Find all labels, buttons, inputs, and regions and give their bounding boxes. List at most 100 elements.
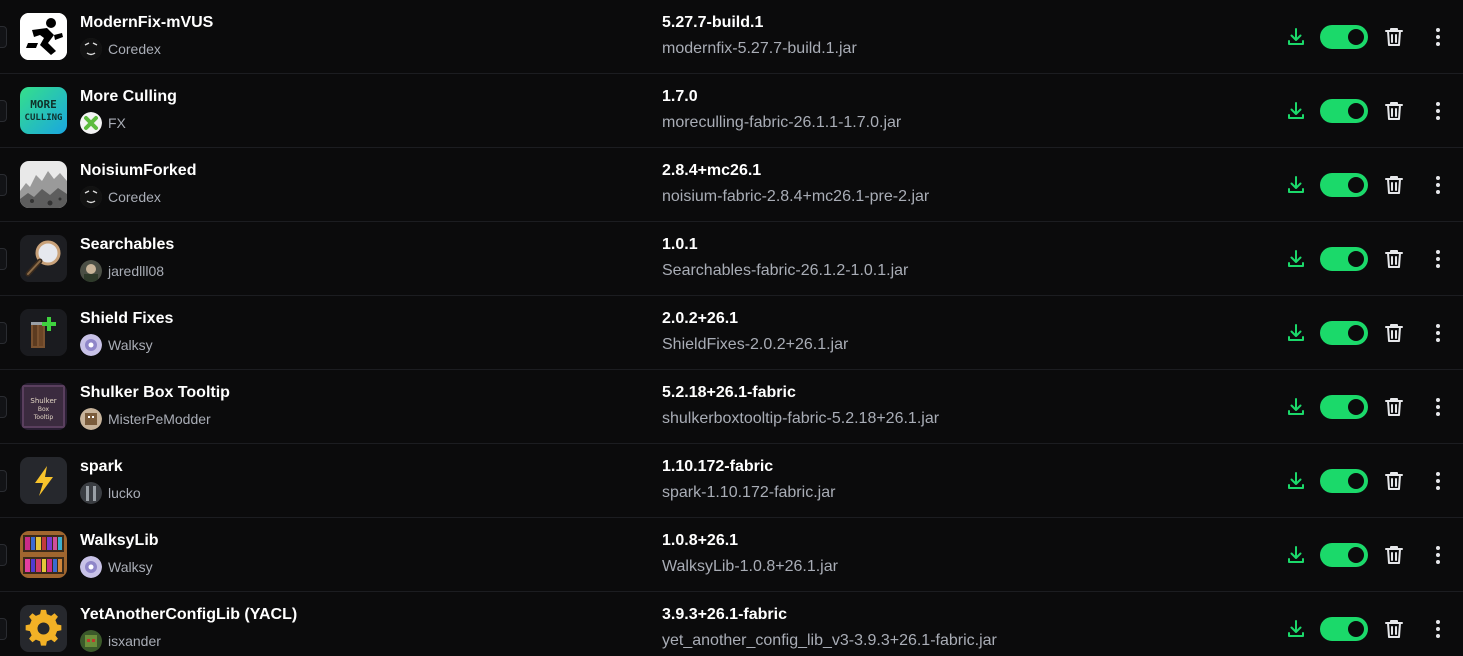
trash-icon[interactable] [1382, 617, 1406, 641]
mod-name[interactable]: WalksyLib [80, 532, 159, 550]
misterpemodder-avatar [80, 408, 102, 430]
mod-author[interactable]: lucko [80, 482, 141, 504]
more-options-icon[interactable] [1426, 25, 1450, 49]
row-select-checkbox[interactable] [0, 322, 7, 344]
mod-name[interactable]: Shulker Box Tooltip [80, 384, 230, 402]
mod-author[interactable]: MisterPeModder [80, 408, 211, 430]
enable-toggle[interactable] [1320, 247, 1368, 271]
download-icon[interactable] [1285, 248, 1307, 270]
more-options-icon[interactable] [1426, 321, 1450, 345]
mod-row[interactable]: Shulker Box Tooltip Shulker Box Tooltip … [0, 370, 1463, 444]
download-icon[interactable] [1285, 396, 1307, 418]
download-icon[interactable] [1285, 26, 1307, 48]
row-select-checkbox[interactable] [0, 544, 7, 566]
row-select-checkbox[interactable] [0, 248, 7, 270]
shield-plus-icon [20, 309, 67, 356]
row-select-checkbox[interactable] [0, 470, 7, 492]
mod-row[interactable]: Searchables jaredlll08 1.0.1 Searchables… [0, 222, 1463, 296]
mod-row[interactable]: NoisiumForked Coredex 2.8.4+mc26.1 noisi… [0, 148, 1463, 222]
mod-name[interactable]: More Culling [80, 88, 177, 106]
mod-version: 2.8.4+mc26.1 [662, 162, 762, 179]
mod-filename: modernfix-5.27.7-build.1.jar [662, 40, 857, 57]
download-icon[interactable] [1285, 100, 1307, 122]
trash-icon[interactable] [1382, 543, 1406, 567]
mod-name[interactable]: ModernFix-mVUS [80, 14, 213, 32]
more-options-icon[interactable] [1426, 543, 1450, 567]
download-icon[interactable] [1285, 618, 1307, 640]
enable-toggle[interactable] [1320, 469, 1368, 493]
enable-toggle[interactable] [1320, 543, 1368, 567]
more-options-icon[interactable] [1426, 247, 1450, 271]
coredex-avatar [80, 38, 102, 60]
enable-toggle[interactable] [1320, 321, 1368, 345]
mod-author[interactable]: Walksy [80, 334, 153, 356]
trash-icon[interactable] [1382, 99, 1406, 123]
enable-toggle[interactable] [1320, 25, 1368, 49]
mod-author[interactable]: Walksy [80, 556, 153, 578]
mod-name[interactable]: NoisiumForked [80, 162, 196, 180]
row-select-checkbox[interactable] [0, 26, 7, 48]
enable-toggle[interactable] [1320, 617, 1368, 641]
mod-author[interactable]: Coredex [80, 38, 161, 60]
mod-name[interactable]: YetAnotherConfigLib (YACL) [80, 606, 297, 624]
author-name: Walksy [108, 559, 153, 575]
trash-icon[interactable] [1382, 173, 1406, 197]
row-select-checkbox[interactable] [0, 174, 7, 196]
enable-toggle[interactable] [1320, 99, 1368, 123]
mod-version: 1.7.0 [662, 88, 698, 105]
mod-version: 1.10.172-fabric [662, 458, 774, 475]
download-icon[interactable] [1285, 174, 1307, 196]
mod-name[interactable]: Searchables [80, 236, 174, 254]
mod-row[interactable]: YetAnotherConfigLib (YACL) isxander 3.9.… [0, 592, 1463, 656]
more-options-icon[interactable] [1426, 99, 1450, 123]
isxander-avatar [80, 630, 102, 652]
mod-row[interactable]: MORE CULLING More Culling FX 1.7.0 morec… [0, 74, 1463, 148]
mod-filename: ShieldFixes-2.0.2+26.1.jar [662, 336, 849, 353]
author-name: MisterPeModder [108, 411, 211, 427]
mod-filename: WalksyLib-1.0.8+26.1.jar [662, 558, 838, 575]
mod-author[interactable]: jaredlll08 [80, 260, 164, 282]
row-select-checkbox[interactable] [0, 100, 7, 122]
mod-version: 1.0.8+26.1 [662, 532, 739, 549]
svg-text:Tooltip: Tooltip [33, 414, 54, 421]
mod-row[interactable]: spark lucko 1.10.172-fabric spark-1.10.1… [0, 444, 1463, 518]
trash-icon[interactable] [1382, 321, 1406, 345]
more-options-icon[interactable] [1426, 617, 1450, 641]
mod-row[interactable]: Shield Fixes Walksy 2.0.2+26.1 ShieldFix… [0, 296, 1463, 370]
mod-author[interactable]: isxander [80, 630, 161, 652]
row-select-checkbox[interactable] [0, 396, 7, 418]
enable-toggle[interactable] [1320, 173, 1368, 197]
download-icon[interactable] [1285, 470, 1307, 492]
mod-filename: yet_another_config_lib_v3-3.9.3+26.1-fab… [662, 632, 997, 649]
mod-author[interactable]: FX [80, 112, 126, 134]
mod-row[interactable]: WalksyLib Walksy 1.0.8+26.1 WalksyLib-1.… [0, 518, 1463, 592]
download-icon[interactable] [1285, 544, 1307, 566]
enable-toggle[interactable] [1320, 395, 1368, 419]
svg-text:CULLING: CULLING [25, 113, 63, 123]
author-name: Walksy [108, 337, 153, 353]
toggle-knob [1348, 103, 1364, 119]
mod-version: 3.9.3+26.1-fabric [662, 606, 787, 623]
row-select-checkbox[interactable] [0, 618, 7, 640]
mod-list: ModernFix-mVUS Coredex 5.27.7-build.1 mo… [0, 0, 1463, 656]
toggle-knob [1348, 473, 1364, 489]
bookshelf-icon [20, 531, 67, 578]
mod-row[interactable]: ModernFix-mVUS Coredex 5.27.7-build.1 mo… [0, 0, 1463, 74]
toggle-knob [1348, 547, 1364, 563]
more-options-icon[interactable] [1426, 395, 1450, 419]
more-options-icon[interactable] [1426, 173, 1450, 197]
trash-icon[interactable] [1382, 395, 1406, 419]
mod-filename: moreculling-fabric-26.1.1-1.7.0.jar [662, 114, 902, 131]
lightning-icon [20, 457, 67, 504]
trash-icon[interactable] [1382, 469, 1406, 493]
download-icon[interactable] [1285, 322, 1307, 344]
mod-version: 5.27.7-build.1 [662, 14, 764, 31]
trash-icon[interactable] [1382, 25, 1406, 49]
author-name: Coredex [108, 41, 161, 57]
mod-name[interactable]: spark [80, 458, 123, 476]
trash-icon[interactable] [1382, 247, 1406, 271]
author-name: jaredlll08 [108, 263, 165, 279]
more-options-icon[interactable] [1426, 469, 1450, 493]
mod-author[interactable]: Coredex [80, 186, 161, 208]
mod-name[interactable]: Shield Fixes [80, 310, 173, 328]
